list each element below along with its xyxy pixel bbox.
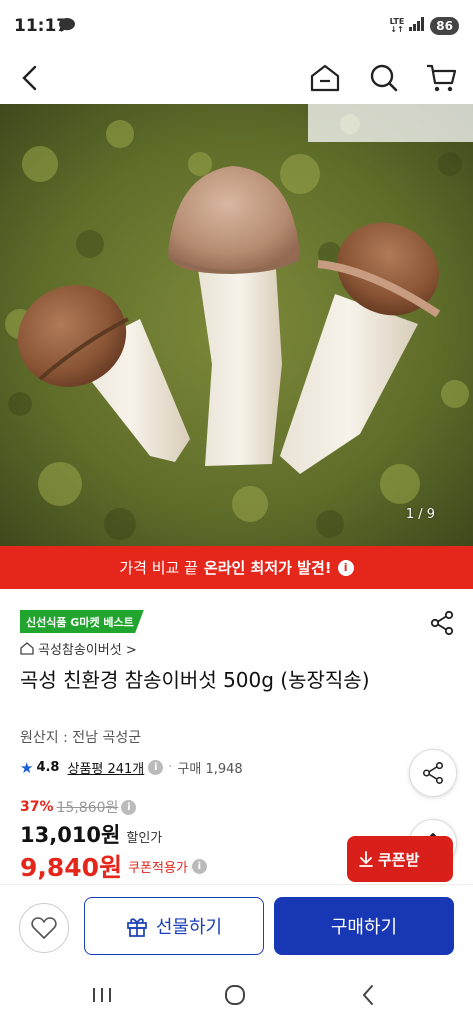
home-button-icon[interactable] <box>215 980 255 1010</box>
product-origin: 원산지 : 전남 곡성군 <box>20 730 142 746</box>
coupon-button-label: 쿠폰받 <box>378 850 420 869</box>
system-nav-bar <box>0 966 473 1024</box>
purchase-count: 구매 1,948 <box>177 762 243 777</box>
wishlist-button[interactable] <box>19 903 69 953</box>
store-name: 곡성참송이버섯 > <box>38 643 137 658</box>
signal-icon <box>409 16 425 35</box>
chat-bubble-icon <box>58 17 76 37</box>
back-icon[interactable] <box>10 58 50 98</box>
product-image-carousel[interactable]: 1 / 9 <box>0 104 473 546</box>
lowest-price-banner[interactable]: 가격 비교 끝 온라인 최저가 발견! i <box>0 546 473 589</box>
bottom-action-bar: 선물하기 구매하기 <box>0 884 473 966</box>
gift-button-label: 선물하기 <box>155 917 223 938</box>
gift-icon <box>127 918 147 937</box>
mushroom-photo <box>0 104 473 546</box>
buy-button[interactable]: 구매하기 <box>274 897 454 955</box>
discount-row: 37% 15,860원 i <box>20 797 137 817</box>
farm-logo-watermark <box>308 104 473 142</box>
price-info-icon[interactable]: i <box>121 799 137 815</box>
image-counter: 1 / 9 <box>405 507 435 522</box>
coupon-price-row: 9,840원 쿠폰적용가 i <box>20 848 207 884</box>
rating-row: ★ 4.8 상품평 241개 i · 구매 1,948 <box>20 758 243 778</box>
share-fab-button[interactable] <box>409 749 457 797</box>
star-icon: ★ <box>20 758 34 777</box>
sale-price-row: 13,010원 할인가 <box>20 819 162 849</box>
coupon-price: 9,840원 <box>20 853 123 882</box>
info-icon[interactable]: i <box>337 559 354 576</box>
product-title: 곡성 친환경 참송이버섯 500g (농장직송) <box>20 668 370 692</box>
recent-apps-icon[interactable] <box>82 980 122 1010</box>
store-link[interactable]: 곡성참송이버섯 > <box>20 639 137 658</box>
status-bar: 11:17 LTE ↓↑ 86 <box>0 0 473 52</box>
separator: · <box>168 760 173 775</box>
gift-button[interactable]: 선물하기 <box>84 897 264 955</box>
share-icon[interactable] <box>429 610 455 636</box>
banner-bold-text: 온라인 최저가 발견! <box>203 559 332 577</box>
original-price: 15,860원 <box>56 800 119 816</box>
system-back-icon[interactable] <box>348 980 388 1010</box>
banner-text: 가격 비교 끝 <box>119 559 198 577</box>
discount-percent: 37% <box>20 799 54 815</box>
review-link[interactable]: 상품평 241개 <box>67 758 144 777</box>
download-icon <box>359 851 373 867</box>
home-icon[interactable] <box>305 58 345 98</box>
network-label: LTE ↓↑ <box>389 16 405 34</box>
status-indicators: LTE ↓↑ 86 <box>390 16 459 35</box>
sale-price-label: 할인가 <box>126 831 163 846</box>
top-nav <box>0 52 473 104</box>
get-coupon-button[interactable]: 쿠폰받 <box>347 836 453 882</box>
sale-price: 13,010원 <box>20 823 121 847</box>
buy-button-label: 구매하기 <box>330 917 398 938</box>
review-info-icon[interactable]: i <box>148 760 164 775</box>
heart-icon <box>31 917 57 939</box>
battery-indicator: 86 <box>430 16 459 35</box>
rating-value: 4.8 <box>36 760 60 775</box>
best-seller-badge: 신선식품 G마켓 베스트 <box>20 610 144 633</box>
coupon-price-label: 쿠폰적용가 <box>128 860 188 876</box>
coupon-info-icon[interactable]: i <box>191 858 207 874</box>
share-icon <box>422 762 444 784</box>
store-home-icon <box>20 642 34 655</box>
search-icon[interactable] <box>364 58 404 98</box>
cart-icon[interactable] <box>421 58 461 98</box>
